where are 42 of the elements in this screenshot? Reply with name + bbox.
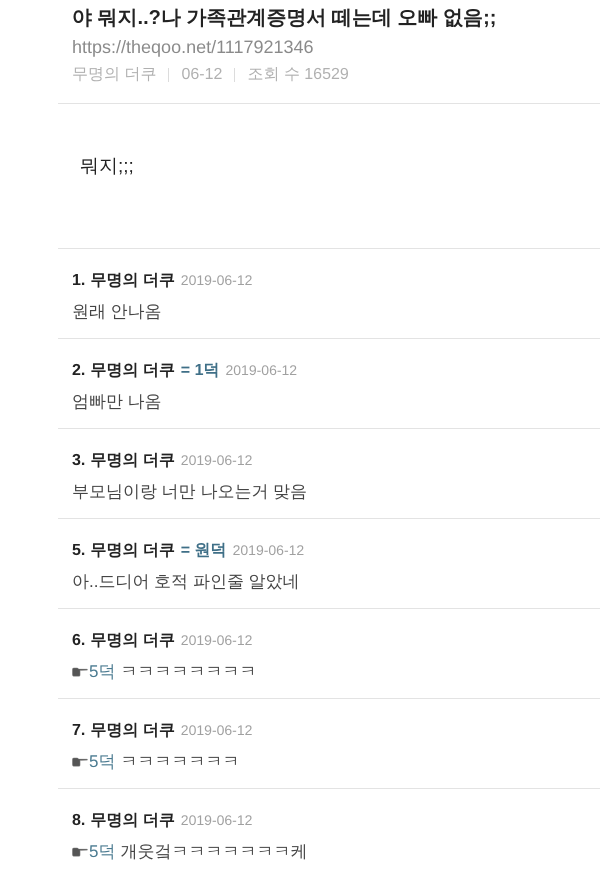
comment-text: 아..드디어 호적 파인줄 알았네 (72, 571, 300, 593)
comment-author: 무명의 더쿠 (90, 541, 175, 561)
comment-text: 부모님이랑 너만 나오는거 맞음 (72, 481, 308, 503)
comment-author: 무명의 더쿠 (90, 811, 175, 831)
comment-date: 2019-06-12 (180, 721, 252, 740)
post-body: 뭐지;;; (80, 155, 135, 179)
comment-author: 무명의 더쿠 (90, 721, 175, 741)
comment-number: 2. (72, 361, 86, 381)
pointing-hand-icon (72, 847, 88, 857)
comment-date: 2019-06-12 (180, 631, 252, 650)
comment-number: 5. (72, 541, 86, 561)
mention-link[interactable]: 5덕 (89, 836, 116, 868)
comment-author: 무명의 더쿠 (90, 271, 175, 291)
reply-tag[interactable]: = 원덕 (180, 536, 227, 566)
mention-link[interactable]: 5덕 (89, 656, 116, 688)
post-url[interactable]: https://theqoo.net/1117921346 (72, 33, 600, 61)
comment-date: 2019-06-12 (180, 451, 252, 470)
comment-date: 2019-06-12 (180, 811, 252, 830)
comment-number: 7. (72, 721, 86, 741)
comment-text: ㅋㅋㅋㅋㅋㅋㅋ (120, 751, 240, 773)
comment-date: 2019-06-12 (180, 271, 252, 290)
post-title: 야 뭐지..?나 가족관계증명서 떼는데 오빠 없음;; (72, 6, 498, 31)
comment-number: 6. (72, 631, 86, 651)
mention-link[interactable]: 5덕 (89, 746, 116, 778)
pointing-hand-icon (72, 667, 88, 677)
comment-text: 원래 안나옴 (72, 301, 162, 323)
comment-text: 개웃겈ㅋㅋㅋㅋㅋㅋㅋ케 (120, 841, 308, 863)
comment-number: 8. (72, 811, 86, 831)
post-meta: 06-12 (181, 65, 222, 85)
comment-author: 무명의 더쿠 (90, 451, 175, 471)
post-meta: 조회 수 16529 (247, 65, 349, 85)
reply-tag[interactable]: = 1덕 (180, 356, 220, 386)
comment-date: 2019-06-12 (232, 541, 304, 560)
pointing-hand-icon (72, 757, 88, 767)
comment-date: 2019-06-12 (225, 361, 298, 380)
comment-text: ㅋㅋㅋㅋㅋㅋㅋㅋ (120, 661, 256, 683)
post-meta: 무명의 더쿠 (72, 65, 156, 85)
comment-text: 엄빠만 나옴 (72, 391, 162, 413)
comment-author: 무명의 더쿠 (90, 631, 175, 651)
comment-number: 3. (72, 451, 86, 471)
comment-author: 무명의 더쿠 (90, 361, 175, 381)
comment-number: 1. (72, 271, 86, 291)
